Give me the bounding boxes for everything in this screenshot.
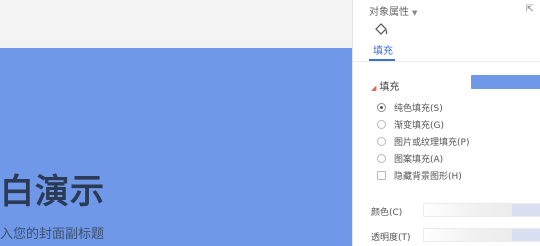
slide[interactable] [0, 48, 352, 246]
radio-button[interactable] [377, 103, 386, 112]
slide-title[interactable]: 白演示 [0, 172, 105, 212]
option-solid-fill[interactable]: 纯色填充(S) [377, 99, 469, 116]
radio-button[interactable] [377, 120, 386, 129]
option-label: 图案填充(A) [394, 155, 444, 165]
slide-subtitle[interactable]: 入您的封面副标题 [0, 226, 104, 244]
fill-bucket-icon[interactable] [373, 22, 389, 38]
option-label: 图片或纹理填充(P) [394, 138, 470, 148]
fill-options: 纯色填充(S) 渐变填充(G) 图片或纹理填充(P) 图案填充(A) 隐藏背景图… [377, 99, 469, 184]
option-hide-background-graphics[interactable]: 隐藏背景图形(H) [377, 167, 469, 184]
color-picker[interactable] [423, 203, 540, 217]
triangle-down-icon: ◢ [371, 84, 377, 92]
object-properties-panel: 对象属性 ▼ ⇱ 填充 ◢ 填充 纯色填充(S) 渐变填充(G) 图片或纹理填充(P… [352, 0, 540, 246]
color-label: 颜色(C) [371, 208, 403, 218]
option-label: 隐藏背景图形(H) [394, 172, 462, 182]
transparency-slider[interactable] [423, 228, 540, 242]
pin-icon[interactable]: ⇱ [526, 4, 534, 15]
tab-fill[interactable]: 填充 [373, 42, 393, 57]
radio-button[interactable] [377, 154, 386, 163]
fill-color-swatch[interactable] [471, 75, 540, 89]
divider [353, 61, 540, 62]
chevron-down-icon: ▼ [412, 9, 418, 17]
fill-section-toggle[interactable]: ◢ 填充 [371, 78, 399, 93]
option-label: 渐变填充(G) [394, 121, 444, 131]
option-label: 纯色填充(S) [394, 104, 443, 114]
option-picture-texture-fill[interactable]: 图片或纹理填充(P) [377, 133, 469, 150]
slide-canvas: 白演示 入您的封面副标题 [0, 0, 352, 246]
radio-button[interactable] [377, 137, 386, 146]
transparency-label: 透明度(T) [371, 233, 411, 243]
panel-title: 对象属性 [369, 7, 409, 18]
panel-header[interactable]: 对象属性 ▼ [369, 3, 417, 18]
option-gradient-fill[interactable]: 渐变填充(G) [377, 116, 469, 133]
checkbox[interactable] [377, 171, 386, 180]
option-pattern-fill[interactable]: 图案填充(A) [377, 150, 469, 167]
fill-section-title: 填充 [379, 82, 400, 93]
